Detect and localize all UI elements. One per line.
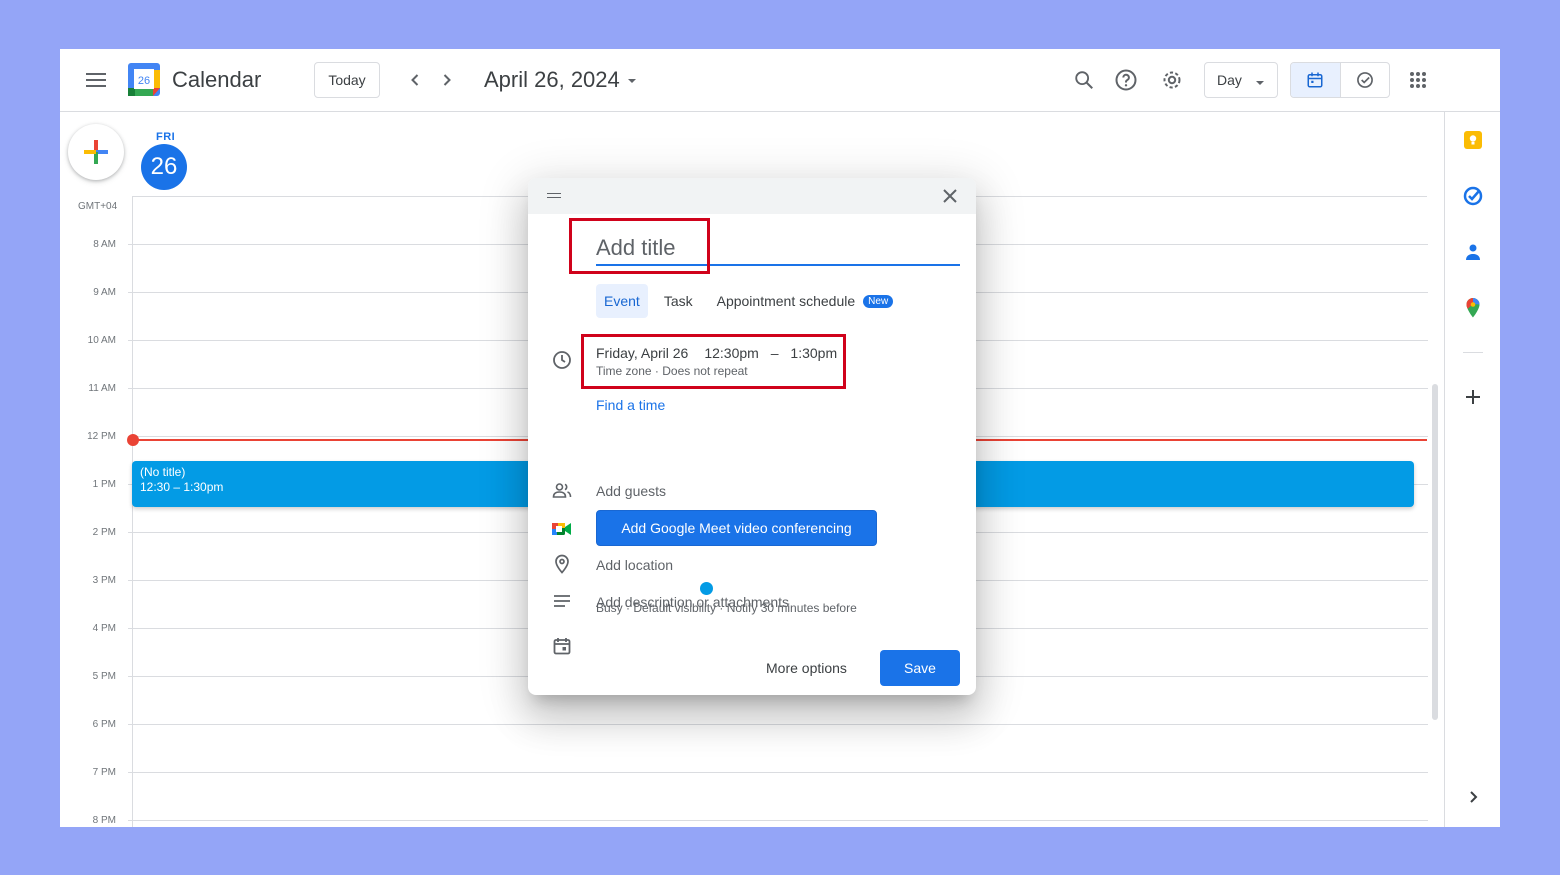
- date-caret-icon[interactable]: [626, 75, 638, 87]
- hour-label: 2 PM: [92, 527, 116, 538]
- title-highlight-box: [569, 218, 710, 274]
- more-options-button[interactable]: More options: [766, 660, 847, 676]
- tab-event[interactable]: Event: [596, 284, 648, 318]
- hour-line: [128, 724, 1428, 725]
- view-toggle: [1290, 62, 1390, 98]
- keep-icon[interactable]: [1461, 128, 1485, 152]
- new-badge: New: [863, 294, 894, 308]
- calendar-window: 26 Calendar Today April 26, 2024 Day FRI…: [60, 49, 1500, 827]
- menu-icon[interactable]: [86, 73, 106, 87]
- status-visibility-notify[interactable]: Busy · Default visibility · Notify 30 mi…: [596, 601, 857, 615]
- hour-label: 8 AM: [93, 239, 116, 250]
- hour-label: 12 PM: [87, 431, 116, 442]
- side-panel: [1444, 112, 1500, 827]
- hour-label: 9 AM: [93, 287, 116, 298]
- clock-icon: [552, 350, 572, 370]
- prev-icon[interactable]: [403, 68, 427, 92]
- calendar-view-icon[interactable]: [1291, 63, 1341, 97]
- day-number[interactable]: 26: [141, 144, 187, 190]
- app-title: Calendar: [172, 67, 262, 92]
- expand-panel-icon[interactable]: [1461, 785, 1485, 809]
- calendar-icon: [552, 636, 572, 656]
- search-icon[interactable]: [1072, 68, 1096, 92]
- hour-label: 1 PM: [92, 479, 116, 490]
- close-icon[interactable]: [940, 186, 960, 206]
- hour-label: 3 PM: [92, 575, 116, 586]
- add-addon-icon[interactable]: [1461, 385, 1485, 409]
- settings-icon[interactable]: [1160, 68, 1184, 92]
- add-guests-field[interactable]: Add guests: [596, 483, 666, 499]
- tasks-view-icon[interactable]: [1341, 63, 1390, 97]
- hour-label: 7 PM: [92, 767, 116, 778]
- view-select[interactable]: Day: [1204, 62, 1278, 98]
- day-column-divider: [132, 196, 133, 827]
- guests-icon: [552, 480, 572, 500]
- view-select-label: Day: [1217, 72, 1242, 88]
- current-time-dot: [127, 434, 139, 446]
- hour-line: [128, 772, 1428, 773]
- hour-label: 8 PM: [92, 815, 116, 826]
- tab-appointment-label: Appointment schedule: [716, 293, 856, 309]
- date-highlight-box: [581, 334, 846, 389]
- tab-task[interactable]: Task: [656, 284, 701, 318]
- next-icon[interactable]: [435, 68, 459, 92]
- hour-label: 4 PM: [92, 623, 116, 634]
- event-color-dot[interactable]: [700, 582, 713, 595]
- drag-handle-icon[interactable]: [547, 193, 561, 198]
- description-icon: [552, 591, 572, 611]
- plus-icon: [84, 140, 108, 164]
- hour-label: 10 AM: [87, 335, 116, 346]
- tab-appointment-schedule[interactable]: Appointment schedule New: [709, 284, 902, 318]
- quick-event-dialog: Event Task Appointment schedule New Frid…: [528, 178, 976, 695]
- event-type-tabs: Event Task Appointment schedule New: [596, 284, 909, 318]
- calendar-logo: 26: [128, 63, 160, 96]
- maps-icon[interactable]: [1461, 296, 1485, 320]
- chevron-down-icon: [1256, 81, 1264, 85]
- day-name: FRI: [156, 131, 176, 143]
- contacts-icon[interactable]: [1461, 240, 1485, 264]
- save-button[interactable]: Save: [880, 650, 960, 686]
- add-location-field[interactable]: Add location: [596, 557, 673, 573]
- dialog-header: [528, 178, 976, 214]
- logo-day-number: 26: [138, 75, 150, 87]
- create-button[interactable]: [68, 124, 124, 180]
- scrollbar[interactable]: [1432, 384, 1438, 720]
- location-icon: [552, 554, 572, 574]
- today-button[interactable]: Today: [314, 62, 380, 98]
- google-meet-icon: [552, 519, 572, 539]
- timezone-label: GMT+04: [78, 201, 118, 212]
- add-meet-button[interactable]: Add Google Meet video conferencing: [596, 510, 877, 546]
- hour-label: 5 PM: [92, 671, 116, 682]
- hour-label: 6 PM: [92, 719, 116, 730]
- find-a-time-link[interactable]: Find a time: [596, 397, 665, 413]
- current-date[interactable]: April 26, 2024: [484, 67, 620, 93]
- top-bar: 26 Calendar Today April 26, 2024 Day: [60, 49, 1500, 112]
- side-divider: [1463, 352, 1483, 353]
- help-icon[interactable]: [1114, 68, 1138, 92]
- hour-line: [128, 820, 1428, 821]
- apps-grid-icon[interactable]: [1406, 68, 1430, 92]
- tasks-icon[interactable]: [1461, 184, 1485, 208]
- hour-label: 11 AM: [88, 383, 116, 394]
